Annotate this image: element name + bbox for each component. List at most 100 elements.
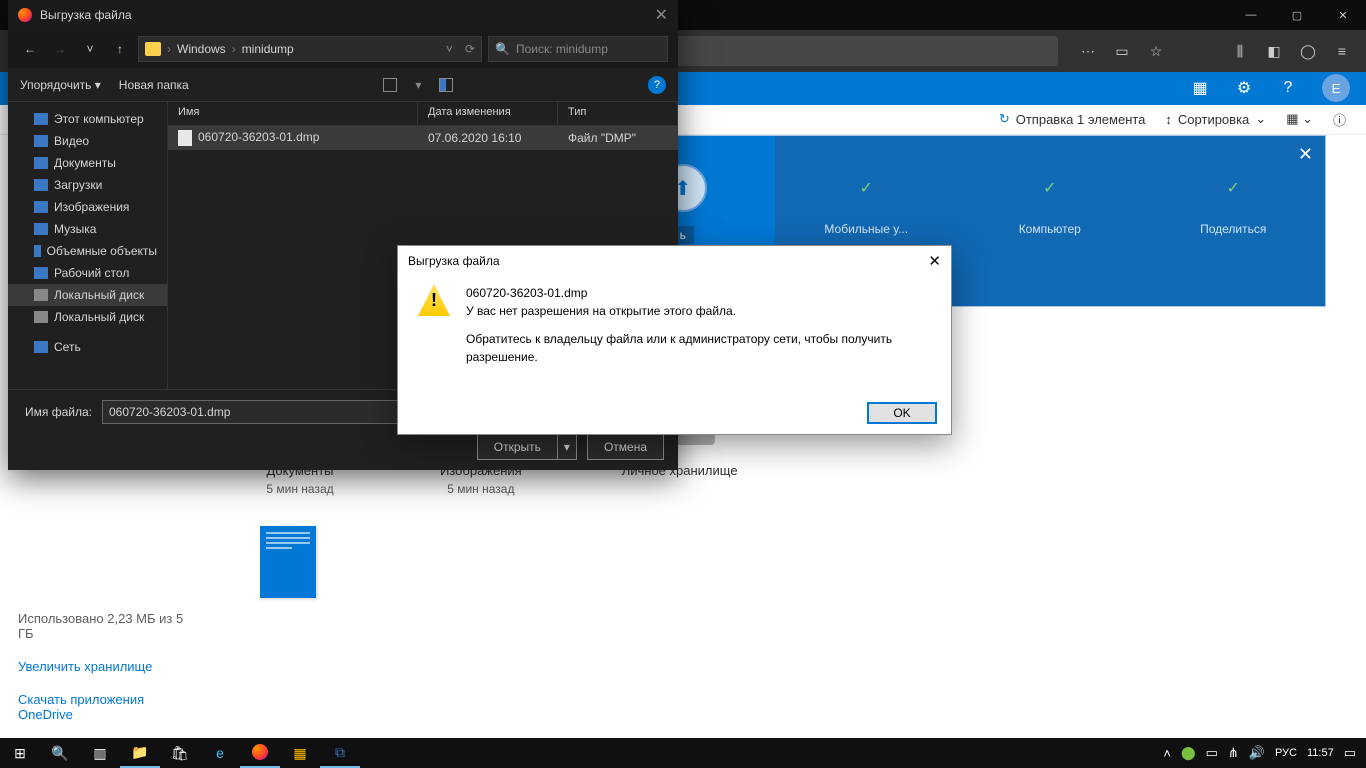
error-title: Выгрузка файла	[408, 254, 500, 268]
search-input[interactable]: 🔍 Поиск: minidump	[488, 36, 668, 62]
app-icon[interactable]: ▦	[280, 738, 320, 768]
up-button[interactable]: ˅	[78, 42, 102, 56]
sidebar-item-downloads[interactable]: Загрузки	[8, 174, 167, 196]
chevron-right-icon: ›	[167, 42, 171, 56]
onboard-step-pc[interactable]: ✓ Компьютер	[958, 136, 1142, 306]
cancel-button[interactable]: Отмена	[587, 434, 664, 460]
sidebar-item-music[interactable]: Музыка	[8, 218, 167, 240]
warning-icon	[418, 284, 450, 316]
volume-icon[interactable]: 🔊	[1249, 745, 1265, 761]
ok-button[interactable]: OK	[867, 402, 937, 424]
breadcrumb[interactable]: › Windows › minidump ˅ ⟳	[138, 36, 482, 62]
new-folder-button[interactable]: Новая папка	[119, 78, 189, 92]
getting-started-doc[interactable]	[260, 526, 316, 598]
check-icon: ✓	[1227, 178, 1240, 198]
chevron-down-icon[interactable]: ˅	[446, 42, 453, 56]
sidebar-item-3dobjects[interactable]: Объемные объекты	[8, 240, 167, 262]
utorrent-icon[interactable]: ⬤	[1181, 745, 1196, 761]
sync-icon: ↻	[999, 111, 1010, 127]
clock[interactable]: 11:57	[1307, 747, 1334, 759]
back-button[interactable]: ←	[18, 42, 42, 56]
taskbar: ⊞ 🔍 ▥ 📁 🛍 e ▦ ⧉ ˄ ⬤ ▭ ⋔ 🔊 РУС 11:57 ▭	[0, 738, 1366, 768]
search-icon: 🔍	[495, 42, 510, 56]
sort-button[interactable]: ↕ Сортировка ⌄	[1165, 111, 1266, 127]
sidebar-item-network[interactable]: Сеть	[8, 336, 167, 358]
sidebar-item-images[interactable]: Изображения	[8, 196, 167, 218]
explorer-app[interactable]: 📁	[120, 738, 160, 768]
dialog-sidebar: Этот компьютер Видео Документы Загрузки …	[8, 102, 168, 389]
check-icon: ✓	[1043, 178, 1056, 198]
grid-icon[interactable]: ▦	[1190, 78, 1210, 98]
library-icon[interactable]: ⫼	[1224, 35, 1256, 67]
file-subtitle: 5 мин назад	[260, 482, 340, 496]
sidebar-icon[interactable]: ◧	[1258, 35, 1290, 67]
info-button[interactable]: ⓘ	[1333, 110, 1346, 129]
sidebar-item-desktop[interactable]: Рабочий стол	[8, 262, 167, 284]
col-name[interactable]: Имя	[168, 102, 418, 125]
store-app[interactable]: 🛍	[160, 738, 200, 768]
dialog-titlebar[interactable]: Выгрузка файла ✕	[8, 0, 678, 30]
sort-icon: ↕	[1165, 112, 1172, 127]
view-button[interactable]: ▦ ⌄	[1286, 111, 1313, 127]
dialog-toolbar: Упорядочить ▾ Новая папка ▾ ?	[8, 68, 678, 102]
file-subtitle: 5 мин назад	[440, 482, 522, 496]
notifications-icon[interactable]: ▭	[1344, 745, 1356, 761]
menu-icon[interactable]: ≡	[1326, 35, 1358, 67]
forward-button[interactable]: →	[48, 42, 72, 56]
upload-status[interactable]: ↻ Отправка 1 элемента	[999, 111, 1146, 127]
col-type[interactable]: Тип	[558, 102, 678, 125]
sidebar-item-documents[interactable]: Документы	[8, 152, 167, 174]
sidebar-item-video[interactable]: Видео	[8, 130, 167, 152]
check-icon: ✓	[860, 178, 873, 198]
maximize-button[interactable]: ▢	[1274, 0, 1320, 30]
sidebar-item-thispc[interactable]: Этот компьютер	[8, 108, 167, 130]
storage-used: Использовано 2,23 МБ из 5 ГБ	[18, 611, 202, 641]
open-button[interactable]: Открыть	[477, 434, 557, 460]
view-list-icon[interactable]	[383, 78, 397, 92]
close-icon[interactable]: ✕	[655, 5, 668, 25]
star-icon[interactable]: ☆	[1140, 35, 1172, 67]
firefox-app[interactable]	[240, 738, 280, 768]
sidebar-item-localdisk2[interactable]: Локальный диск	[8, 306, 167, 328]
search-button[interactable]: 🔍	[40, 738, 80, 768]
folder-icon	[145, 42, 161, 56]
minimize-button[interactable]: —	[1228, 0, 1274, 30]
preview-pane-icon[interactable]	[439, 78, 453, 92]
language-indicator[interactable]: РУС	[1275, 747, 1297, 759]
help-icon[interactable]: ?	[648, 76, 666, 94]
col-date[interactable]: Дата изменения	[418, 102, 558, 125]
more-icon[interactable]: ⋯	[1072, 35, 1104, 67]
chevron-down-icon[interactable]: ▾	[415, 78, 421, 92]
dialog-title: Выгрузка файла	[40, 8, 132, 22]
organize-button[interactable]: Упорядочить ▾	[20, 78, 101, 92]
settings-icon[interactable]: ⚙	[1234, 78, 1254, 98]
close-icon[interactable]: ✕	[928, 252, 941, 270]
file-row[interactable]: 060720-36203-01.dmp 07.06.2020 16:10 Фай…	[168, 126, 678, 150]
chevron-right-icon: ›	[232, 42, 236, 56]
edge-app[interactable]: e	[200, 738, 240, 768]
taskview-button[interactable]: ▥	[80, 738, 120, 768]
error-titlebar[interactable]: Выгрузка файла ✕	[398, 246, 951, 276]
refresh-icon[interactable]: ⟳	[465, 42, 475, 56]
avatar[interactable]: E	[1322, 74, 1350, 102]
wifi-icon[interactable]: ⋔	[1228, 745, 1239, 761]
powershell-app[interactable]: ⧉	[320, 738, 360, 768]
column-headers[interactable]: Имя Дата изменения Тип	[168, 102, 678, 126]
error-message: 060720-36203-01.dmpУ вас нет разрешения …	[466, 284, 931, 376]
account-icon[interactable]: ◯	[1292, 35, 1324, 67]
upgrade-link[interactable]: Увеличить хранилище	[18, 659, 202, 674]
close-icon[interactable]: ✕	[1298, 144, 1313, 165]
start-button[interactable]: ⊞	[0, 738, 40, 768]
window-controls: — ▢ ✕	[1228, 0, 1366, 30]
open-dropdown[interactable]: ▾	[557, 434, 577, 460]
sidebar-item-localdisk[interactable]: Локальный диск	[8, 284, 167, 306]
tray-chevron-icon[interactable]: ˄	[1163, 746, 1171, 761]
reader-icon[interactable]: ▭	[1106, 35, 1138, 67]
upload-status-text: Отправка 1 элемента	[1016, 112, 1146, 127]
battery-icon[interactable]: ▭	[1206, 745, 1218, 761]
getapp-link[interactable]: Скачать приложения OneDrive	[18, 692, 202, 722]
error-dialog: Выгрузка файла ✕ 060720-36203-01.dmpУ ва…	[397, 245, 952, 435]
up-level-button[interactable]: ↑	[108, 42, 132, 56]
close-button[interactable]: ✕	[1320, 0, 1366, 30]
help-icon[interactable]: ?	[1278, 78, 1298, 98]
